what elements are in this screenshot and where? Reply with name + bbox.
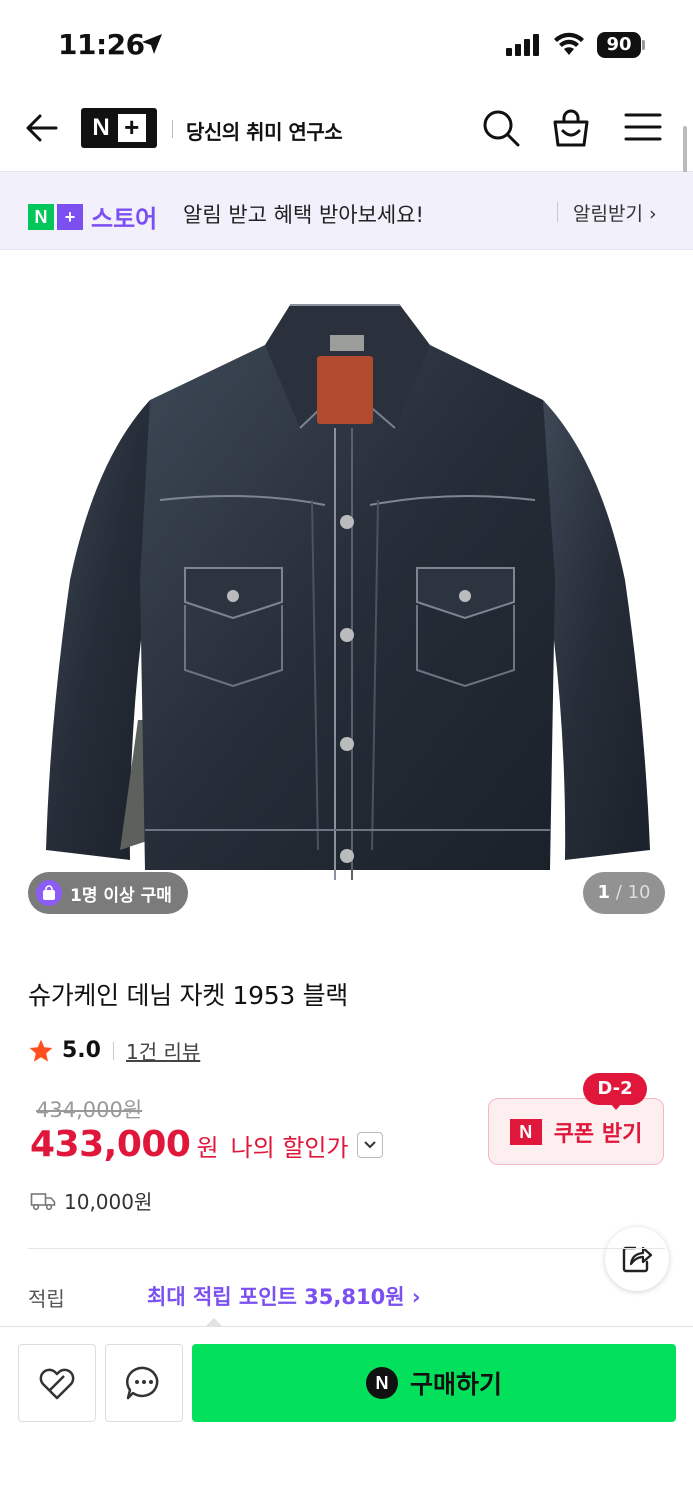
logo-divider	[172, 120, 173, 138]
logo-plus: +	[117, 114, 146, 142]
shipping-fee-value: 10,000원	[64, 1190, 153, 1214]
pager-total: 10	[627, 882, 651, 903]
store-logo-name: 스토어	[91, 205, 158, 233]
store-logo-n: N	[28, 203, 54, 230]
naver-pay-icon: N	[365, 1367, 398, 1399]
product-title: 슈가케인 데님 자켓 1953 블랙	[28, 981, 349, 1010]
back-arrow-icon[interactable]	[24, 110, 60, 146]
top-header: N + 당신의 취미 연구소	[0, 92, 693, 172]
buy-now-button[interactable]: N 구매하기	[192, 1344, 676, 1422]
price-row: 433,000 원 나의 할인가	[30, 1124, 383, 1165]
notice-text: 알림 받고 혜택 받아보세요!	[183, 203, 424, 227]
rating-divider	[112, 1041, 114, 1060]
share-button[interactable]	[605, 1227, 669, 1291]
section-divider	[28, 1248, 665, 1249]
wishlist-button[interactable]	[18, 1344, 96, 1422]
shopping-bag-icon	[36, 880, 62, 906]
nplus-store-logo: N + 스토어	[28, 199, 157, 234]
talk-talk-button[interactable]	[105, 1344, 183, 1422]
pager-separator: /	[615, 882, 622, 903]
store-logo-plus: +	[57, 203, 83, 230]
get-coupon-button[interactable]: N 쿠폰 받기	[488, 1098, 664, 1165]
delivery-truck-icon	[30, 1192, 56, 1210]
status-bar: 11:26 90	[0, 0, 693, 92]
heart-icon	[39, 1368, 75, 1400]
buy-now-label: 구매하기	[409, 1370, 502, 1399]
review-count-link[interactable]: 1건 리뷰	[126, 1036, 200, 1065]
nplus-logo[interactable]: N +	[81, 108, 157, 148]
cell-signal-icon	[506, 34, 539, 56]
shipping-fee: 10,000원	[30, 1186, 152, 1215]
notice-divider	[557, 202, 558, 222]
purchase-count-badge: 1명 이상 구매	[28, 872, 188, 914]
rating-score: 5.0	[62, 1038, 101, 1063]
pager-current: 1	[597, 882, 611, 903]
search-icon[interactable]	[482, 109, 520, 147]
logo-n: N	[92, 114, 110, 141]
battery-level: 90	[597, 32, 641, 58]
price-detail-toggle[interactable]	[356, 1131, 383, 1158]
image-pager: 1 / 10	[583, 872, 665, 914]
original-price: 434,000원	[36, 1098, 143, 1122]
coupon-deadline-badge: D-2	[583, 1073, 647, 1110]
location-arrow-icon	[142, 34, 162, 54]
store-tagline[interactable]: 당신의 취미 연구소	[186, 116, 343, 145]
product-image-gallery[interactable]	[0, 250, 693, 940]
bar-notch	[205, 1318, 223, 1327]
status-time: 11:26	[58, 28, 145, 61]
points-label: 적립	[28, 1287, 65, 1311]
coupon-n-mark: N	[509, 1118, 542, 1145]
shopping-bag-icon[interactable]	[551, 108, 591, 148]
rating-row: 5.0 1건 리뷰	[28, 1036, 200, 1065]
subscribe-alerts-link[interactable]: 알림받기 ›	[573, 199, 657, 226]
purchase-count-label: 1명 이상 구매	[70, 885, 172, 906]
notification-banner[interactable]: N + 스토어 알림 받고 혜택 받아보세요! 알림받기 ›	[0, 172, 693, 250]
max-points-link[interactable]: 최대 적립 포인트 35,810원 ›	[147, 1281, 421, 1311]
bottom-action-bar: N 구매하기	[0, 1318, 693, 1500]
sale-price: 433,000	[30, 1124, 191, 1165]
chevron-down-icon	[363, 1140, 376, 1148]
coupon-button-label: 쿠폰 받기	[553, 1121, 643, 1147]
chat-bubble-icon	[125, 1366, 159, 1400]
battery-indicator: 90	[597, 32, 645, 58]
price-unit: 원	[196, 1134, 219, 1162]
denim-jacket-image	[46, 304, 650, 880]
wifi-icon	[554, 32, 584, 55]
star-icon	[29, 1039, 53, 1062]
my-discount-price-label: 나의 할인가	[230, 1134, 349, 1162]
hamburger-menu-icon[interactable]	[624, 112, 662, 142]
battery-tip	[642, 40, 645, 50]
